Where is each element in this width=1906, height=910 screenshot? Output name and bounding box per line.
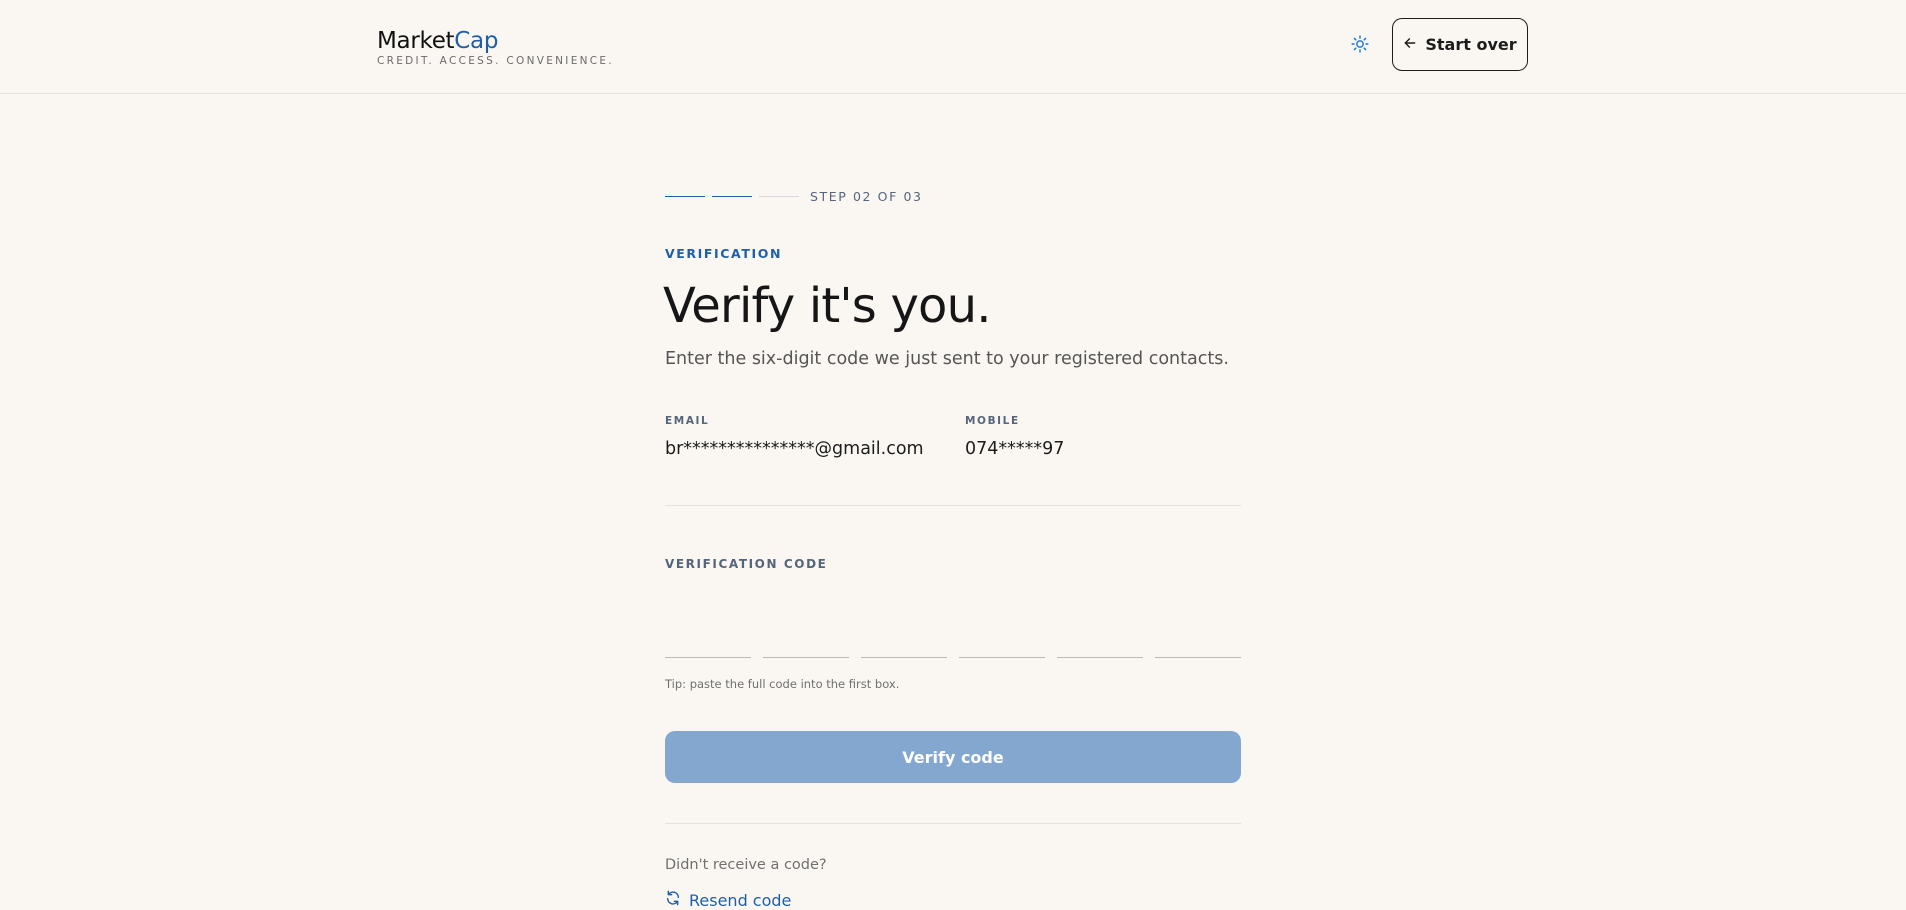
- code-digit-4[interactable]: [959, 594, 1045, 658]
- verify-code-button[interactable]: Verify code: [665, 731, 1241, 783]
- start-over-button[interactable]: Start over: [1392, 18, 1528, 71]
- brand-logo[interactable]: MarketCap CREDIT. ACCESS. CONVENIENCE.: [377, 27, 614, 67]
- brand-name-accent: Cap: [454, 28, 499, 54]
- email-value: br***************@gmail.com: [665, 439, 924, 459]
- resend-divider: [665, 823, 1241, 824]
- verification-code-label: VERIFICATION CODE: [665, 557, 828, 571]
- code-input-group: [665, 594, 1241, 658]
- mobile-contact: MOBILE 074*****97: [965, 415, 1064, 459]
- paste-tip: Tip: paste the full code into the first …: [665, 677, 900, 691]
- top-header: MarketCap CREDIT. ACCESS. CONVENIENCE. S…: [0, 0, 1906, 94]
- section-eyebrow: VERIFICATION: [665, 246, 783, 261]
- mobile-label: MOBILE: [965, 415, 1020, 427]
- step-bar-2: [712, 196, 752, 197]
- resend-code-link[interactable]: Resend code: [665, 890, 791, 910]
- mobile-value: 074*****97: [965, 439, 1065, 459]
- step-bar-1: [665, 196, 705, 197]
- code-digit-1[interactable]: [665, 594, 751, 658]
- step-bar-3: [759, 196, 799, 197]
- email-label: EMAIL: [665, 415, 710, 427]
- brand-name: MarketCap: [377, 27, 614, 55]
- sun-icon: [1351, 35, 1369, 57]
- start-over-label: Start over: [1425, 35, 1517, 54]
- contacts-divider: [665, 505, 1241, 506]
- step-label: STEP 02 OF 03: [810, 189, 923, 204]
- code-digit-5[interactable]: [1057, 594, 1143, 658]
- resend-code-label: Resend code: [689, 890, 792, 910]
- page-title: Verify it's you.: [663, 278, 992, 334]
- code-digit-2[interactable]: [763, 594, 849, 658]
- brand-tagline: CREDIT. ACCESS. CONVENIENCE.: [377, 55, 614, 67]
- email-contact: EMAIL br***************@gmail.com: [665, 415, 924, 459]
- arrow-left-icon: [1403, 35, 1417, 54]
- code-digit-6[interactable]: [1155, 594, 1241, 658]
- refresh-icon: [665, 890, 681, 910]
- page-subtitle: Enter the six-digit code we just sent to…: [665, 349, 1229, 369]
- theme-toggle-button[interactable]: [1348, 34, 1372, 58]
- resend-prompt: Didn't receive a code?: [665, 857, 827, 873]
- brand-name-main: Market: [377, 28, 455, 54]
- code-digit-3[interactable]: [861, 594, 947, 658]
- step-progress: STEP 02 OF 03: [665, 189, 923, 204]
